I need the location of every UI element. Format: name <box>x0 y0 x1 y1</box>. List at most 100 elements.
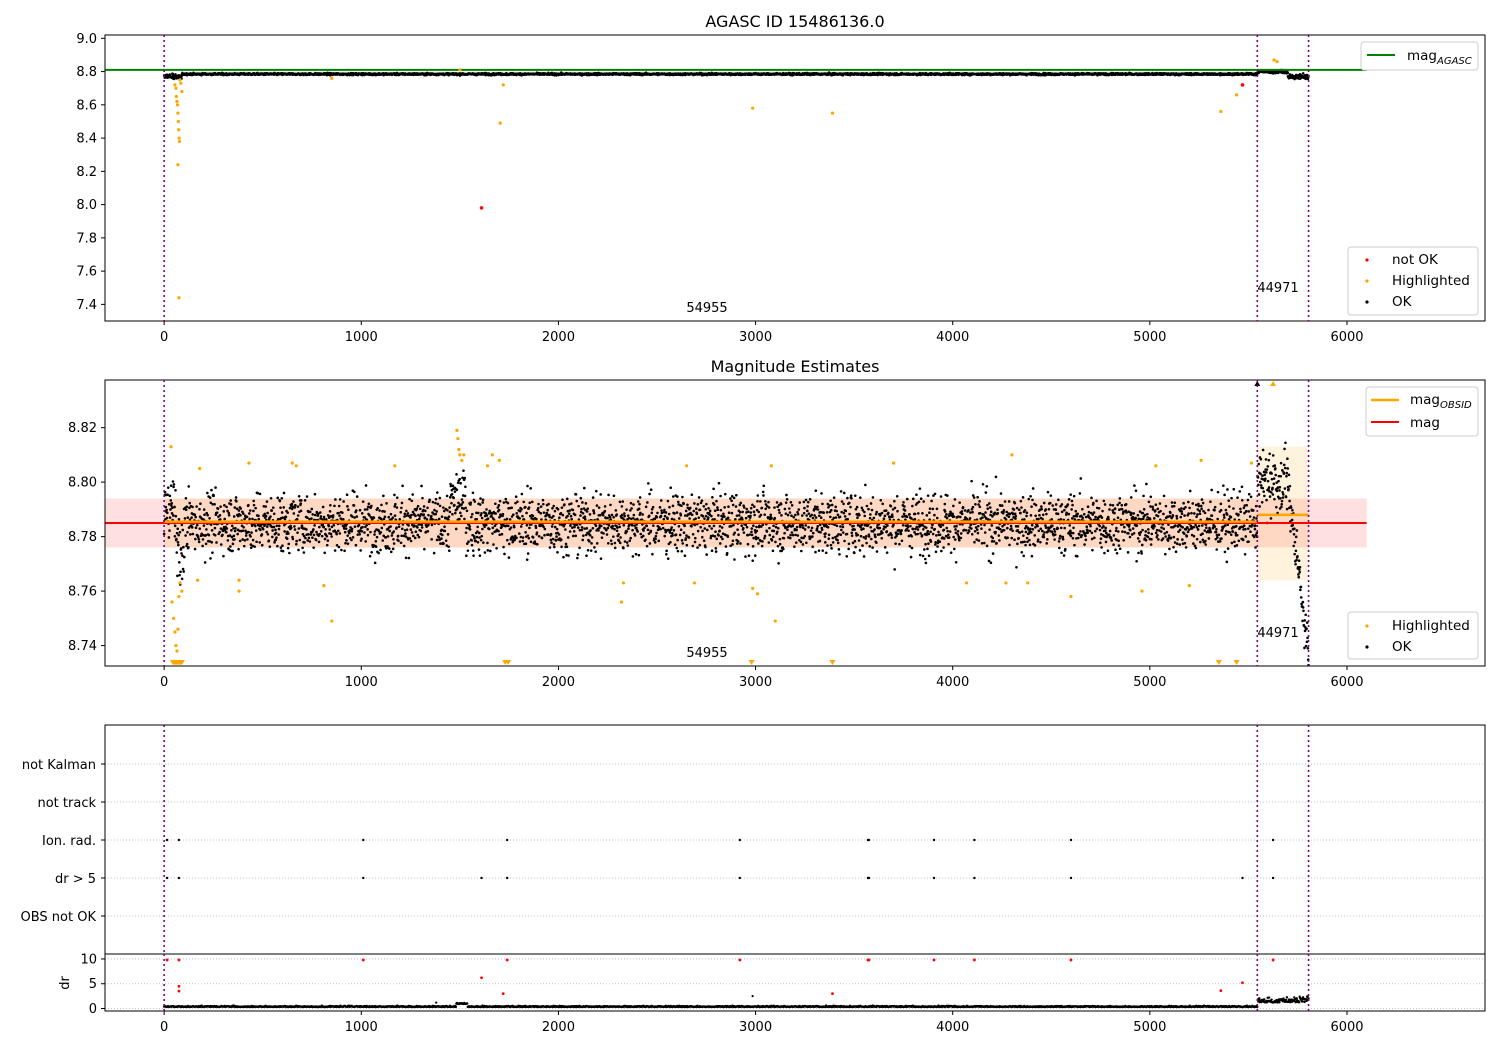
highlighted-point <box>502 83 505 86</box>
ok-point <box>195 505 198 508</box>
ok-point <box>362 500 365 503</box>
ok-point <box>247 531 250 534</box>
ok-point <box>276 545 279 548</box>
ok-point <box>464 495 467 498</box>
highlighted-point <box>330 77 333 80</box>
ok-point <box>290 526 293 529</box>
ok-point <box>420 530 423 533</box>
ok-point <box>528 506 531 509</box>
ok-point <box>187 516 190 519</box>
ok-point <box>203 508 206 511</box>
ok-point <box>361 526 364 529</box>
ok-point <box>320 530 323 533</box>
ok-point <box>424 516 427 519</box>
y-tick-label: 8.6 <box>76 98 97 113</box>
ok-point <box>276 497 279 500</box>
ok-point <box>499 500 502 503</box>
ok-point <box>541 537 544 540</box>
ok-point <box>380 504 383 507</box>
ok-point <box>537 503 540 506</box>
ok-point <box>253 545 256 548</box>
ok-point <box>556 551 559 554</box>
ok-point <box>169 516 172 519</box>
ok-point <box>169 499 172 502</box>
ok-point <box>422 513 425 516</box>
ok-point <box>535 526 538 529</box>
ok-point <box>222 555 225 558</box>
ok-point <box>565 543 568 546</box>
ok-point <box>376 507 379 510</box>
ok-point <box>542 503 545 506</box>
ok-point <box>233 535 236 538</box>
ok-point <box>191 506 194 509</box>
ok-point <box>478 532 481 535</box>
ok-point <box>465 531 468 534</box>
ok-point <box>481 517 484 520</box>
ok-point <box>509 518 512 521</box>
ok-point <box>410 540 413 543</box>
ok-point <box>365 484 368 487</box>
ok-point <box>273 512 276 515</box>
ok-point <box>209 557 212 560</box>
ok-point <box>355 509 358 512</box>
ok-point <box>407 512 410 515</box>
ok-point <box>297 514 300 517</box>
ok-point <box>373 533 376 536</box>
ok-point <box>243 545 246 548</box>
ok-point <box>279 506 282 509</box>
ok-point <box>552 515 555 518</box>
ok-point <box>166 517 169 520</box>
legend-label-highlighted: Highlighted <box>1392 273 1470 289</box>
ok-point <box>281 511 284 514</box>
highlighted-point <box>1235 93 1238 96</box>
ok-point <box>238 509 241 512</box>
ok-point <box>269 545 272 548</box>
ok-point <box>540 505 543 508</box>
ok-point <box>175 551 178 554</box>
ok-point <box>512 513 515 516</box>
ok-point <box>318 541 321 544</box>
x-tick-label: 5000 <box>1133 330 1166 345</box>
ok-point <box>211 529 214 532</box>
ok-point <box>468 525 471 528</box>
ok-point <box>520 508 523 511</box>
ok-point <box>480 539 483 542</box>
ok-point <box>418 536 421 539</box>
ok-point <box>228 512 231 515</box>
ok-point <box>453 504 456 507</box>
ok-point <box>184 517 187 520</box>
ok-point <box>472 491 475 494</box>
ok-point <box>333 524 336 527</box>
ok-point <box>214 527 217 530</box>
ok-point <box>173 506 176 509</box>
ok-point <box>185 508 188 511</box>
ok-point <box>478 536 481 539</box>
ok-point <box>383 510 386 513</box>
ok-point <box>395 526 398 529</box>
ok-point <box>237 548 240 551</box>
ok-point <box>497 530 500 533</box>
ok-point <box>448 515 451 518</box>
ok-point <box>281 544 284 547</box>
ok-point <box>225 531 228 534</box>
ok-point <box>298 495 301 498</box>
ok-point <box>462 501 465 504</box>
ok-point <box>188 502 191 505</box>
ok-point <box>458 478 461 481</box>
ok-point <box>435 510 438 513</box>
ok-point <box>551 507 554 510</box>
ok-point <box>412 535 415 538</box>
ok-point <box>510 506 513 509</box>
ok-point <box>202 538 205 541</box>
ok-point <box>423 548 426 551</box>
ok-point <box>287 547 290 550</box>
ok-point <box>368 502 371 505</box>
highlighted-point <box>174 87 177 90</box>
ok-point <box>428 499 431 502</box>
ok-point <box>315 539 318 542</box>
ok-point <box>248 518 251 521</box>
ok-point <box>566 498 569 501</box>
ok-point <box>536 531 539 534</box>
ok-point <box>486 542 489 545</box>
ok-point <box>526 524 529 527</box>
